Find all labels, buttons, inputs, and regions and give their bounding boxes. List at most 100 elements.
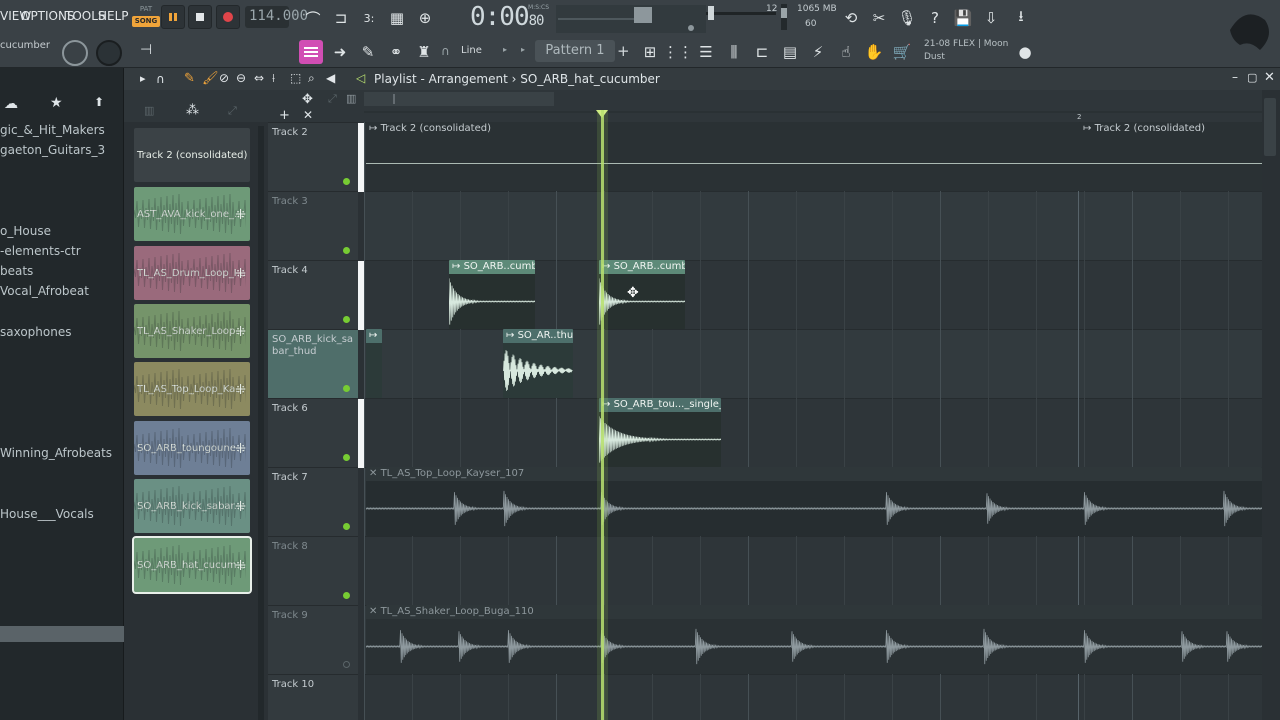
arrangement-clip[interactable]: ↦ <box>366 329 382 398</box>
zoom-tool-icon[interactable]: ⌕ <box>308 71 315 86</box>
track-mute-led[interactable] <box>343 454 350 461</box>
arrangement-clip[interactable]: ↦ Track 2 (consolidated) <box>1080 122 1262 191</box>
track-name[interactable]: Track 9 <box>272 610 308 621</box>
playlist-view-icon[interactable]: ☰ <box>693 40 719 64</box>
cart-icon[interactable]: 🛒 <box>889 40 915 64</box>
snap-arrow-icon[interactable]: ▸ <box>503 45 507 54</box>
browser-item[interactable]: Vocal_Afrobeat <box>0 284 89 298</box>
arrow-right-icon[interactable]: ➜ <box>327 40 353 64</box>
track-header[interactable]: Track 6 <box>268 398 364 468</box>
document-icon[interactable]: ▤ <box>777 40 803 64</box>
browser-item[interactable]: Winning_Afrobeats <box>0 446 112 460</box>
add-pattern-button[interactable]: + <box>617 42 630 60</box>
touch-icon[interactable]: ☝ <box>833 40 859 64</box>
track-header[interactable]: Track 2 <box>268 122 364 192</box>
pitch-slider[interactable]: ⊣ <box>140 42 152 58</box>
volume-knob[interactable] <box>62 40 88 66</box>
playhead[interactable] <box>601 110 604 720</box>
add-icon[interactable]: ⁜ <box>235 383 246 398</box>
track-header[interactable]: Track 4 <box>268 260 364 330</box>
pattern-tab-icon[interactable]: ▥ <box>144 104 154 117</box>
link-icon[interactable]: ⚭ <box>383 40 409 64</box>
maximize-icon[interactable]: ▢ <box>1247 71 1257 84</box>
magnet-icon[interactable]: ∩ <box>441 44 450 58</box>
browser-item[interactable]: gic_&_Hit_Makers <box>0 123 105 137</box>
track-name[interactable]: Track 8 <box>272 541 308 552</box>
track-header[interactable]: SO_ARB_kick_sabar_thud <box>268 329 358 398</box>
metronome-icon[interactable]: ⌒ <box>300 6 326 30</box>
microphone-icon[interactable]: 🎙 <box>894 6 920 30</box>
mixer-icon[interactable]: ⫼ <box>721 40 747 64</box>
pin-icon[interactable]: ⬆ <box>94 95 104 109</box>
browser-item[interactable]: House___Vocals <box>0 507 94 521</box>
delete-tool-icon[interactable]: ⊘ <box>219 71 229 85</box>
track-lane[interactable] <box>364 674 1262 720</box>
arrangement-clip[interactable]: ↦ Track 2 (consolidated) <box>366 122 1080 191</box>
track-lane[interactable] <box>364 398 1262 467</box>
step-edit-icon[interactable]: ▦ <box>384 6 410 30</box>
vertical-scrollbar[interactable] <box>1262 90 1280 720</box>
browser-item[interactable]: -elements-ctr <box>0 244 81 258</box>
add-icon[interactable]: ⁜ <box>235 208 246 223</box>
slice-tool-icon[interactable]: ⟊ <box>272 71 275 86</box>
clip-mute-icon[interactable]: ✕ <box>369 606 381 617</box>
track-lane[interactable] <box>364 536 1262 605</box>
add-icon[interactable]: ⁜ <box>235 500 246 515</box>
arrangement-clip[interactable]: ↦ SO_ARB..cumber <box>449 260 535 329</box>
clip-menu-icon[interactable]: ↦ <box>506 330 518 341</box>
picker-clip[interactable]: AST_AVA_kick_one_... ⁜ <box>134 187 250 241</box>
download-icon[interactable]: ⭳ <box>1008 6 1034 30</box>
track-lane[interactable] <box>364 191 1262 260</box>
browser-item[interactable]: o_House <box>0 224 51 238</box>
stamp-icon[interactable]: ♜ <box>411 40 437 64</box>
track-move-icon[interactable]: ✥ <box>302 92 313 107</box>
track-mute-led[interactable] <box>343 316 350 323</box>
picker-clip[interactable]: SO_ARB_toungoune... ⁜ <box>134 421 250 475</box>
track-header[interactable]: Track 8 <box>268 536 358 605</box>
pitch-knob[interactable] <box>96 40 122 66</box>
playback-tool-icon[interactable]: ◀ <box>326 71 335 85</box>
picker-clip[interactable]: SO_ARB_hat_cucum... ⁜ <box>132 536 252 594</box>
clip-menu-icon[interactable]: ↦ <box>366 329 382 343</box>
pat-song-toggle[interactable]: PAT SONG <box>132 5 160 31</box>
track-mute-led[interactable] <box>343 523 350 530</box>
automation-tab-icon[interactable]: ⤢ <box>228 104 237 118</box>
star-icon[interactable]: ★ <box>50 95 63 111</box>
slip-tool-icon[interactable]: ⇔ <box>254 71 264 85</box>
snap-selector[interactable]: Line <box>461 45 482 56</box>
track-header[interactable]: Track 3 <box>268 191 358 260</box>
add-track-icon[interactable]: + <box>279 108 290 123</box>
arrangement-clip[interactable]: ✕ TL_AS_Shaker_Loop_Buga_110 <box>366 605 1262 674</box>
cloud-icon[interactable]: ☁ <box>4 96 18 112</box>
picker-clip[interactable]: TL_AS_Top_Loop_Ka... ⁜ <box>134 362 250 416</box>
track-name[interactable]: Track 7 <box>272 472 308 483</box>
arrangement-grid[interactable]: ↦ Track 2 (consolidated) ↦ Track 2 (conso… <box>364 122 1262 720</box>
draw-tool-icon[interactable]: ✎ <box>184 71 195 86</box>
track-mute-led[interactable] <box>343 247 350 254</box>
track-name[interactable]: Track 3 <box>272 196 308 207</box>
export-icon[interactable]: ⇩ <box>978 6 1004 30</box>
track-lane[interactable] <box>364 329 1262 398</box>
arrangement-clip[interactable]: ↦ SO_AR..thud <box>503 329 573 398</box>
track-grid-icon[interactable]: ▥ <box>346 92 356 105</box>
clip-menu-icon[interactable]: ↦ <box>369 123 381 134</box>
undo-icon[interactable]: ⟲ <box>838 6 864 30</box>
minimize-icon[interactable]: – <box>1232 70 1238 84</box>
track-name[interactable]: Track 2 <box>272 127 308 138</box>
arrangement-clip[interactable]: ✕ TL_AS_Top_Loop_Kayser_107 <box>366 467 1262 536</box>
help-icon[interactable]: ? <box>922 6 948 30</box>
play-button[interactable] <box>161 5 185 29</box>
browser-tree-icon[interactable]: ⊏ <box>749 40 775 64</box>
clip-mute-icon[interactable]: ✕ <box>369 468 381 479</box>
picker-scrollbar[interactable] <box>258 126 264 720</box>
audio-tab-icon[interactable]: ⁂ <box>186 103 199 118</box>
mute-tool-icon[interactable]: ⊖ <box>236 71 246 85</box>
record-button[interactable] <box>216 5 240 29</box>
browser-item[interactable]: beats <box>0 264 33 278</box>
plugin-icon[interactable]: ⚡ <box>805 40 831 64</box>
track-link-icon[interactable]: ⤢ <box>328 92 337 106</box>
browser-item[interactable]: saxophones <box>0 325 71 339</box>
timeline-ruler[interactable] <box>364 90 1262 122</box>
add-icon[interactable]: ⁜ <box>235 267 246 282</box>
pattern-prev-icon[interactable]: ▸ <box>521 45 525 54</box>
